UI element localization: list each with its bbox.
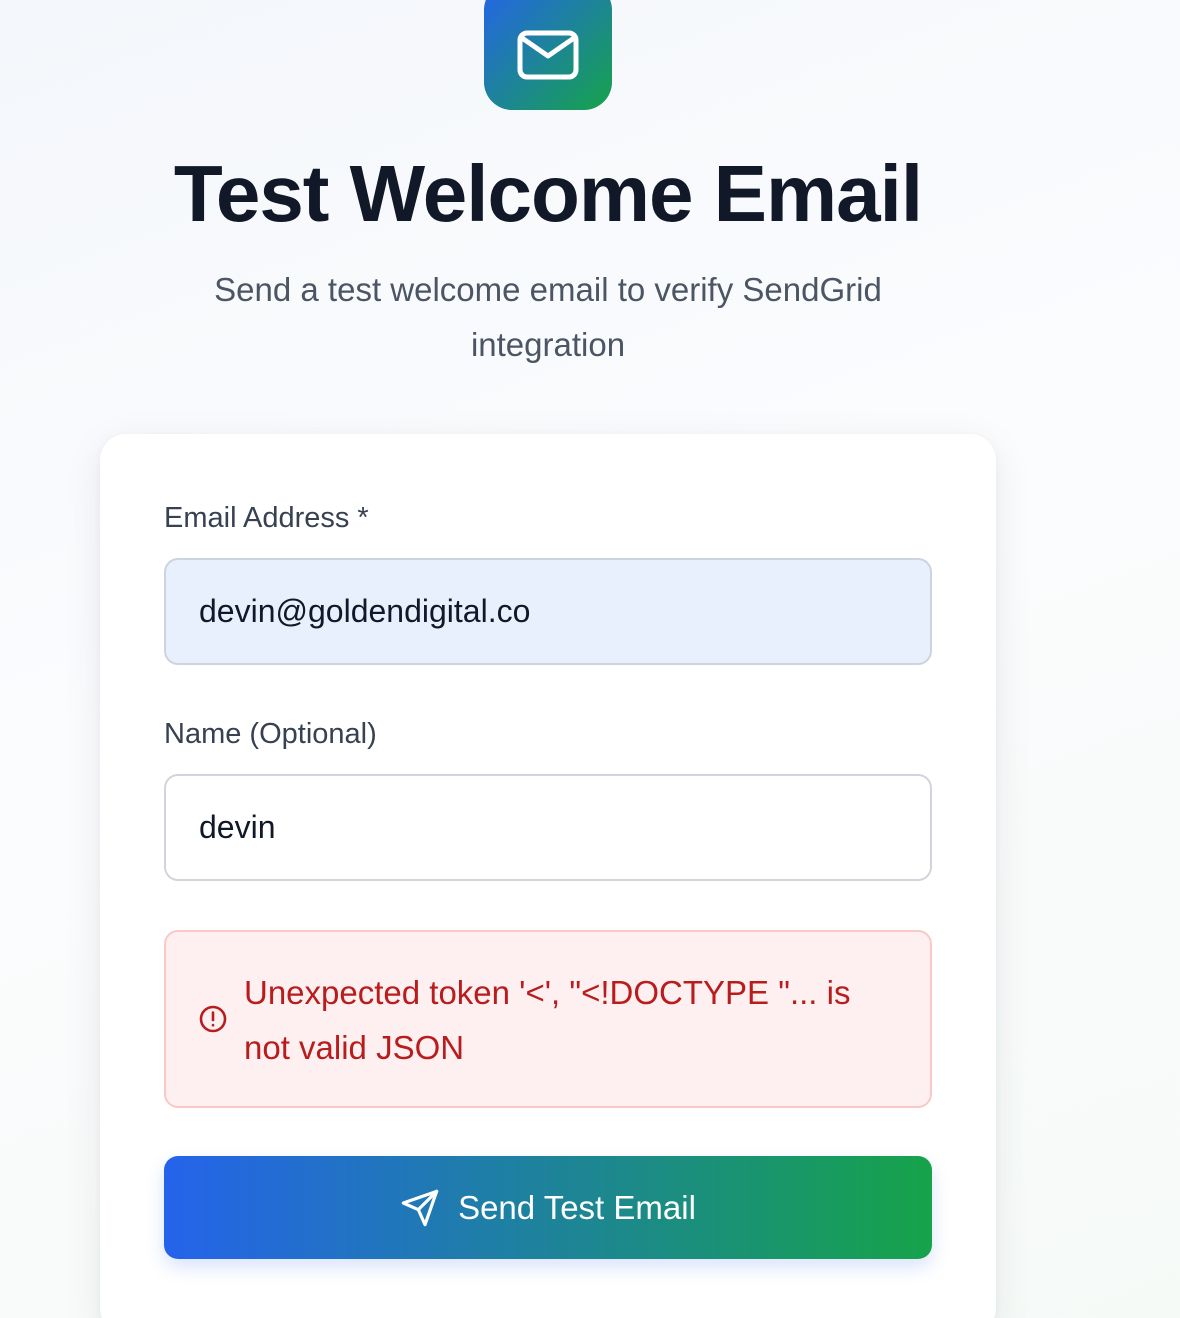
alert-circle-icon	[199, 1005, 227, 1033]
send-icon	[401, 1189, 439, 1226]
send-button-label: Send Test Email	[458, 1188, 696, 1226]
test-email-form-card: Email Address * Name (Optional) Unexpect…	[100, 434, 996, 1318]
error-message: Unexpected token '<', "<!DOCTYPE "... is…	[244, 974, 851, 1066]
app-logo	[484, 0, 612, 110]
error-alert: Unexpected token '<', "<!DOCTYPE "... is…	[164, 930, 932, 1108]
email-input[interactable]	[164, 558, 932, 665]
send-test-email-button[interactable]: Send Test Email	[164, 1156, 932, 1259]
page-subtitle: Send a test welcome email to verify Send…	[214, 271, 882, 363]
name-input[interactable]	[164, 774, 932, 881]
page-title: Test Welcome Email	[173, 149, 923, 238]
email-label: Email Address *	[164, 502, 369, 534]
mail-icon	[517, 30, 579, 80]
name-label: Name (Optional)	[164, 718, 377, 750]
